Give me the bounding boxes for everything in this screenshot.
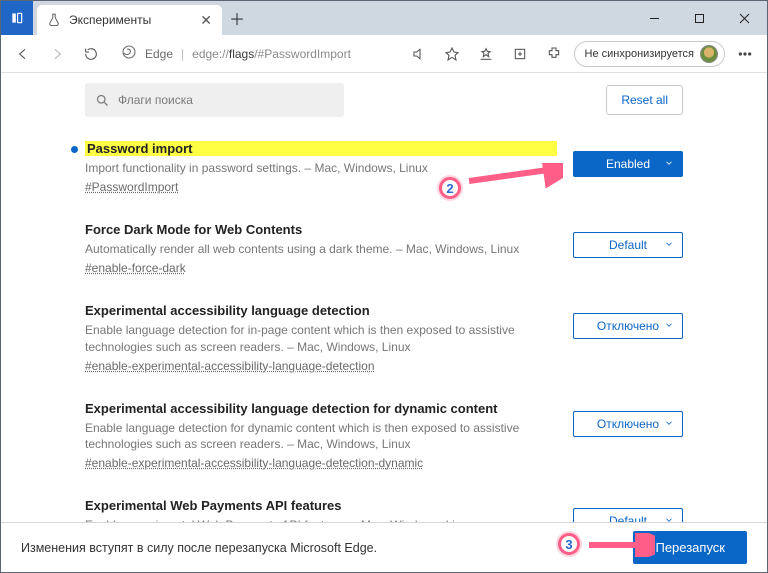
search-row: Флаги поиска Reset all (1, 73, 767, 127)
select-value: Отключено (597, 417, 659, 431)
chevron-down-icon (664, 319, 674, 333)
forward-button[interactable] (43, 40, 71, 68)
collections-icon[interactable] (506, 40, 534, 68)
chevron-down-icon (664, 514, 674, 522)
browser-tab[interactable]: Эксперименты ✕ (37, 5, 222, 35)
address-bar[interactable]: Edge | edge://flags/#PasswordImport (111, 40, 398, 68)
flag-anchor-link[interactable]: #enable-force-dark (85, 261, 186, 275)
window-minimize-button[interactable] (632, 1, 677, 35)
restart-footer: Изменения вступят в силу после перезапус… (1, 522, 767, 572)
flag-info: Experimental accessibility language dete… (85, 401, 557, 470)
flag-state-select[interactable]: Enabled (573, 151, 683, 177)
flag-title: Password import (85, 141, 557, 156)
window-close-button[interactable] (722, 1, 767, 35)
flag-row: Force Dark Mode for Web Contents Automati… (85, 208, 683, 283)
flag-row: Experimental accessibility language dete… (85, 289, 683, 380)
chevron-down-icon (664, 417, 674, 431)
page-content: Флаги поиска Reset all Password import Im… (1, 73, 767, 572)
select-value: Enabled (606, 157, 650, 171)
restart-button[interactable]: Перезапуск (633, 531, 747, 564)
flag-description: Automatically render all web contents us… (85, 241, 557, 257)
flag-description: Enable language detection for in-page co… (85, 322, 557, 354)
flag-state-select[interactable]: Default (573, 232, 683, 258)
flag-anchor-link[interactable]: #enable-experimental-accessibility-langu… (85, 456, 423, 470)
flag-info: Experimental Web Payments API featuresEn… (85, 498, 557, 522)
search-placeholder: Флаги поиска (118, 93, 193, 107)
flag-row: Experimental Web Payments API featuresEn… (85, 484, 683, 522)
address-separator: | (181, 47, 184, 61)
url-text: edge://flags/#PasswordImport (192, 47, 351, 61)
select-value: Default (609, 514, 647, 522)
search-icon (95, 93, 110, 108)
app-window: Эксперименты ✕ ＋ Edge | edge://flags/#Pa… (0, 0, 768, 573)
avatar-icon (700, 45, 718, 63)
annotation-marker-2: 2 (439, 177, 461, 199)
flag-title: Experimental accessibility language dete… (85, 401, 557, 416)
flag-state-select[interactable]: Default (573, 508, 683, 522)
flag-title: Experimental accessibility language dete… (85, 303, 557, 318)
flag-row: Experimental accessibility language dete… (85, 387, 683, 478)
flag-title: Force Dark Mode for Web Contents (85, 222, 557, 237)
menu-button[interactable] (731, 40, 759, 68)
back-button[interactable] (9, 40, 37, 68)
flag-anchor-link[interactable]: #enable-experimental-accessibility-langu… (85, 359, 375, 373)
chevron-down-icon (664, 238, 674, 252)
flag-info: Password import Import functionality in p… (85, 141, 557, 194)
annotation-marker-3: 3 (558, 533, 580, 555)
favorites-list-icon[interactable] (472, 40, 500, 68)
flask-icon (47, 13, 61, 27)
tab-title: Эксперименты (69, 13, 192, 27)
chevron-down-icon (664, 157, 674, 171)
read-aloud-icon[interactable] (404, 40, 432, 68)
close-tab-icon[interactable]: ✕ (200, 12, 212, 29)
tab-actions-button[interactable] (1, 1, 33, 35)
flag-state-select[interactable]: Отключено (573, 313, 683, 339)
flag-state-select[interactable]: Отключено (573, 411, 683, 437)
select-value: Default (609, 238, 647, 252)
flag-description: Enable language detection for dynamic co… (85, 420, 557, 452)
flags-list: Password import Import functionality in p… (1, 127, 767, 522)
flag-info: Experimental accessibility language dete… (85, 303, 557, 372)
flags-search-input[interactable]: Флаги поиска (85, 83, 344, 117)
edge-logo-icon (121, 44, 137, 63)
refresh-button[interactable] (77, 40, 105, 68)
select-value: Отключено (597, 319, 659, 333)
flag-row: Password import Import functionality in p… (85, 127, 683, 202)
window-maximize-button[interactable] (677, 1, 722, 35)
favorite-star-icon[interactable] (438, 40, 466, 68)
flag-description: Import functionality in password setting… (85, 160, 557, 176)
flag-info: Force Dark Mode for Web Contents Automati… (85, 222, 557, 275)
footer-message: Изменения вступят в силу после перезапус… (21, 541, 633, 555)
new-tab-button[interactable]: ＋ (222, 1, 252, 35)
modified-bullet-icon (71, 146, 78, 153)
titlebar: Эксперименты ✕ ＋ (1, 1, 767, 35)
address-prefix-label: Edge (145, 47, 173, 61)
extensions-icon[interactable] (540, 40, 568, 68)
flag-title: Experimental Web Payments API features (85, 498, 557, 513)
sync-status-label: Не синхронизируется (585, 48, 694, 60)
profile-sync-pill[interactable]: Не синхронизируется (574, 41, 725, 67)
flag-anchor-link[interactable]: #PasswordImport (85, 180, 178, 194)
toolbar: Edge | edge://flags/#PasswordImport Не с… (1, 35, 767, 73)
reset-all-button[interactable]: Reset all (606, 85, 683, 115)
